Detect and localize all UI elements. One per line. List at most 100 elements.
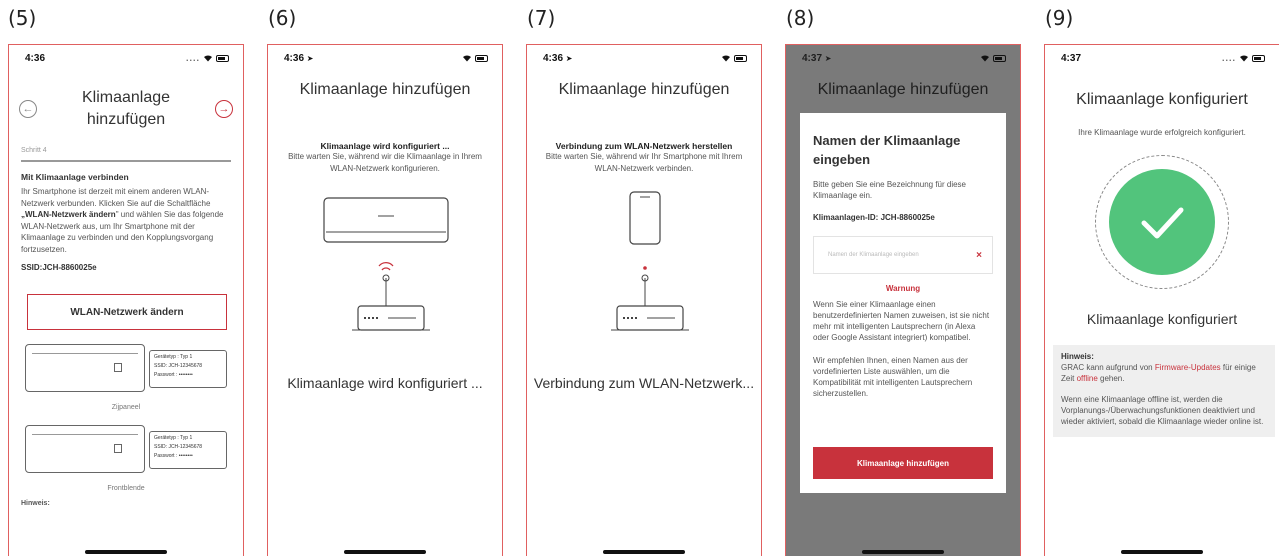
unit-ssid: SSID: JCH-12345678 (154, 444, 203, 450)
wifi-signal-icon (643, 266, 647, 270)
status-text: Bitte warten Sie, während wir Ihr Smartp… (545, 152, 743, 173)
battery-icon (734, 54, 747, 62)
unit-password: Passwort : •••••••• (154, 453, 193, 459)
status-bar: 4:36 ➤ (527, 45, 761, 71)
phone-screen-8: 4:37 ➤ Klimaanlage hinzufügen Namen der … (785, 44, 1021, 556)
instruction-text: Ihr Smartphone ist derzeit mit einem and… (21, 186, 231, 255)
unit-id-label: Klimaanlagen-ID: JCH-8860025e (813, 213, 935, 222)
arrow-left-icon[interactable]: ← (19, 100, 37, 118)
instruction-part-a: Ihr Smartphone ist derzeit mit einem and… (21, 187, 211, 208)
battery-icon (993, 54, 1006, 62)
step-label-8: (8) (786, 6, 815, 30)
section-heading: Mit Klimaanlage verbinden (21, 172, 129, 182)
wifi-icon (722, 55, 730, 62)
signal-icon: .... (1221, 53, 1236, 63)
unit-caption-front: Frontblende (107, 485, 145, 492)
offline-link[interactable]: offline (1077, 374, 1098, 383)
unit-ssid: SSID: JCH-12345678 (154, 363, 203, 369)
recommendation-text: Wir empfehlen Ihnen, einen Namen aus der… (813, 356, 973, 398)
ac-unit-drawing (25, 344, 145, 392)
clear-icon[interactable]: × (976, 250, 982, 261)
router-icon (611, 274, 689, 331)
unit-type: Gerätetyp : Typ 1 (154, 354, 193, 360)
instruction-bold: „WLAN-Netzwerk ändern (21, 210, 116, 219)
status-bar: 4:37 .... (1045, 45, 1279, 71)
step-label-7: (7) (527, 6, 556, 30)
signal-icon: .... (185, 53, 200, 63)
dialog-text: Bitte geben Sie eine Bezeichnung für die… (813, 180, 966, 200)
phone-screen-6: 4:36 ➤ Klimaanlage hinzufügen Klimaanlag… (267, 44, 503, 556)
status-bottom-text: Verbindung zum WLAN-Netzwerk... (533, 375, 755, 391)
dialog-title: Namen der Klimaanlage eingeben (813, 133, 961, 167)
screen-title: Klimaanlage hinzufügen (81, 89, 171, 128)
ac-unit-icon (323, 197, 449, 243)
phone-screen-5: 4:36 .... ← Klimaanlage hinzufügen → Sch… (8, 44, 244, 556)
status-icons: .... (1222, 53, 1265, 63)
wifi-icon (463, 55, 471, 62)
unit-info-label: Gerätetyp : Typ 1 SSID: JCH-12345678 Pas… (149, 431, 227, 469)
qr-sticker-icon (114, 363, 122, 372)
firmware-updates-link[interactable]: Firmware-Updates (1155, 363, 1221, 372)
screen-header: ← Klimaanlage hinzufügen → (9, 71, 243, 131)
arrow-right-icon[interactable]: → (215, 100, 233, 118)
hint-heading-cut: Hinweis: (21, 500, 50, 507)
status-text: Bitte warten Sie, während wir die Klimaa… (288, 152, 482, 173)
unit-caption-side: Zijpaneel (111, 404, 141, 411)
screen-title: Klimaanlage hinzufügen (558, 81, 730, 98)
status-icons (462, 54, 488, 62)
status-bar: 4:36 .... (9, 45, 243, 71)
router-icon (352, 274, 430, 331)
step-label-6: (6) (268, 6, 297, 30)
name-input[interactable]: Namen der Klimaanlage eingeben × (813, 236, 993, 274)
warning-title: Warnung (885, 284, 921, 293)
status-bottom-text: Klimaanlage wird konfiguriert ... (287, 375, 483, 391)
status-heading: Klimaanlage wird konfiguriert ... (320, 141, 450, 151)
status-heading: Verbindung zum WLAN-Netzwerk herstellen (555, 141, 733, 151)
step-indicator: Schritt 4 (21, 147, 231, 162)
status-bar: 4:37 ➤ (786, 45, 1020, 71)
name-dialog: Namen der Klimaanlage eingeben Bitte geb… (800, 113, 1006, 493)
status-icons (980, 54, 1006, 62)
battery-icon (216, 54, 229, 62)
ac-router-illustration (323, 197, 449, 331)
add-unit-button[interactable]: Klimaanlage hinzufügen (813, 447, 993, 479)
success-title: Klimaanlage konfiguriert (1086, 310, 1238, 327)
phone-router-illustration (611, 191, 689, 331)
phone-screen-7: 4:36 ➤ Klimaanlage hinzufügen Verbindung… (526, 44, 762, 556)
ac-unit-drawing (25, 425, 145, 473)
home-indicator (85, 550, 167, 554)
status-time: 4:36 ➤ (284, 52, 314, 64)
hint-text-2: Wenn eine Klimaanlage offline ist, werde… (1061, 394, 1264, 426)
home-indicator (603, 550, 685, 554)
unit-illustration-side: Gerätetyp : Typ 1 SSID: JCH-12345678 Pas… (25, 344, 231, 402)
status-bar: 4:36 ➤ (268, 45, 502, 71)
status-time: 4:36 (25, 52, 46, 64)
name-input-placeholder: Namen der Klimaanlage eingeben (828, 252, 919, 258)
status-icons (721, 54, 747, 62)
home-indicator (862, 550, 944, 554)
home-indicator (1121, 550, 1203, 554)
wifi-icon (981, 55, 989, 62)
screen-title: Klimaanlage konfiguriert (1076, 91, 1248, 108)
step-label-9: (9) (1045, 6, 1074, 30)
screen-title: Klimaanlage hinzufügen (299, 81, 471, 98)
unit-illustration-front: Gerätetyp : Typ 1 SSID: JCH-12345678 Pas… (25, 425, 231, 483)
status-icons: .... (186, 53, 229, 63)
step-label-5: (5) (8, 6, 37, 30)
success-subtitle: Ihre Klimaanlage wurde erfolgreich konfi… (1078, 128, 1246, 137)
unit-info-label: Gerätetyp : Typ 1 SSID: JCH-12345678 Pas… (149, 350, 227, 388)
status-time: 4:36 ➤ (543, 52, 573, 64)
status-time: 4:37 (1061, 52, 1082, 64)
wifi-icon (204, 55, 212, 62)
change-wifi-button[interactable]: WLAN-Netzwerk ändern (27, 294, 227, 330)
checkmark-icon (1109, 168, 1215, 275)
wifi-signal-icon (378, 262, 394, 271)
status-time: 4:37 ➤ (802, 52, 832, 64)
smartphone-icon (629, 191, 661, 245)
qr-sticker-icon (114, 444, 122, 453)
unit-type: Gerätetyp : Typ 1 (154, 435, 193, 441)
home-indicator (344, 550, 426, 554)
ssid-label: SSID:JCH-8860025e (21, 263, 97, 272)
hint-text-1: GRAC kann aufgrund von Firmware-Updates … (1061, 362, 1256, 383)
phone-screen-9: 4:37 .... Klimaanlage konfiguriert Ihre … (1044, 44, 1279, 556)
